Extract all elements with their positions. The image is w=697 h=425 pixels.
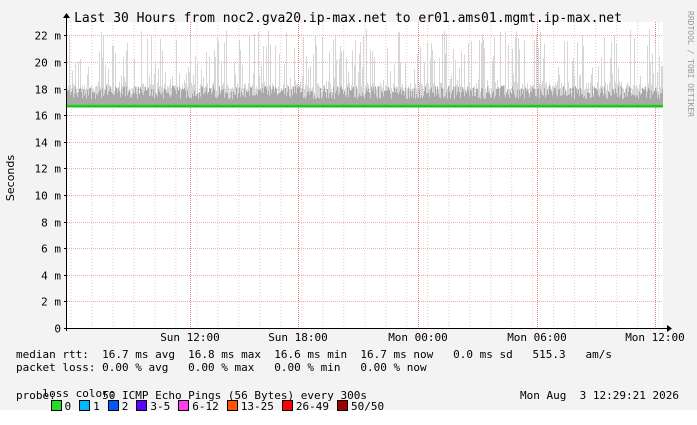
smokeping-graph: 0 2 m 4 m 6 m 8 m 10 m 12 m 14 m 16 m 18 m 20 m 22 … [0,0,697,413]
y-tick-label: 16 m [35,110,62,123]
median-rtt-line: median rtt: 16.7 ms avg 16.8 ms max 16.6… [16,348,613,361]
y-tick-label: 2 m [41,296,61,309]
y-axis-label: Seconds [4,155,17,201]
x-tick-label: Sun 18:00 [268,331,328,344]
x-tick-label: Sun 12:00 [160,331,220,344]
y-tick-label: 22 m [35,30,62,43]
y-tick-label: 14 m [35,137,62,150]
y-tick-label: 12 m [35,163,62,176]
y-tick-label: 10 m [35,190,62,203]
y-tick-label: 20 m [35,57,62,70]
y-tick-label: 18 m [35,84,62,97]
y-tick-label: 4 m [41,270,61,283]
y-axis-arrow [63,13,70,18]
y-tick-label: 8 m [41,217,61,230]
x-tick-label: Mon 00:00 [388,331,448,344]
packet-loss-line: packet loss: 0.00 % avg 0.00 % max 0.00 … [16,361,427,374]
chart-title: Last 30 Hours from noc2.gva20.ip-max.net… [74,11,622,26]
y-tick-label: 0 [54,323,61,336]
probe-line: probe: 50 ICMP Echo Pings (56 Bytes) eve… [16,389,367,402]
x-tick-label: Mon 12:00 [625,331,685,344]
x-tick-label: Mon 06:00 [507,331,567,344]
rrdtool-watermark: RRDTOOL / TOBI OETIKER [686,11,695,117]
y-tick-label: 6 m [41,243,61,256]
graph-timestamp: Mon Aug 3 12:29:21 2026 [520,389,679,402]
